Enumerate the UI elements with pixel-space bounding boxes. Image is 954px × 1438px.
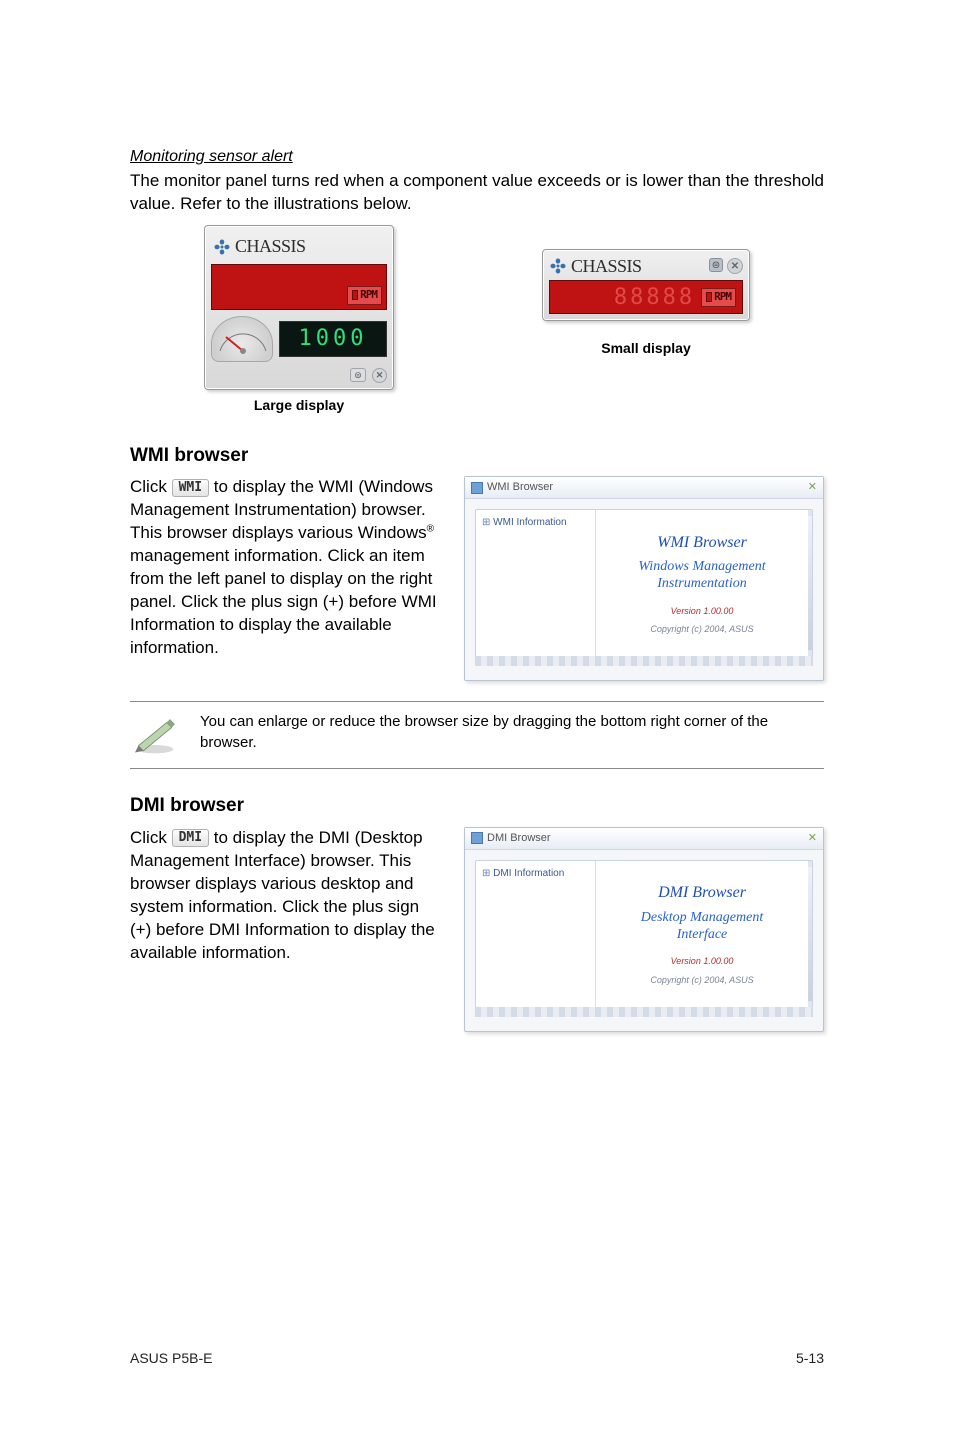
chassis-large-widget: CHASSIS RPM 1000 ⊜ ✕ bbox=[204, 225, 394, 389]
dmi-p1a: Click bbox=[130, 828, 172, 847]
window-grip bbox=[475, 1007, 813, 1017]
gauge-row: 1000 bbox=[211, 316, 387, 362]
large-controls: ⊜ ✕ bbox=[211, 368, 387, 383]
chassis-small-lcd: 88888 RPM bbox=[549, 280, 743, 314]
rpm-tag-small: RPM bbox=[701, 288, 736, 307]
footer-left: ASUS P5B-E bbox=[130, 1349, 212, 1368]
wmi-text: Click WMI to display the WMI (Windows Ma… bbox=[130, 476, 440, 660]
footer-right: 5-13 bbox=[796, 1349, 824, 1368]
dmi-p1b: to display the DMI (Desktop Management I… bbox=[130, 828, 435, 962]
fan-icon bbox=[549, 257, 567, 275]
dmi-button-chip: DMI bbox=[172, 829, 209, 847]
dmi-browser-window: DMI Browser ✕ DMI Information DMI Browse… bbox=[464, 827, 824, 1032]
wmi-version: Version 1.00.00 bbox=[602, 605, 802, 617]
chassis-large-title: CHASSIS bbox=[211, 230, 387, 260]
wmi-p1c: management information. Click an item fr… bbox=[130, 546, 437, 657]
monitoring-body: The monitor panel turns red when a compo… bbox=[130, 170, 824, 216]
window-icon bbox=[471, 832, 483, 844]
rpm-dot bbox=[352, 290, 358, 300]
window-grip bbox=[475, 656, 813, 666]
mini-digits: 1000 bbox=[299, 324, 368, 354]
wmi-heading: WMI browser bbox=[130, 443, 824, 469]
rpm-label-large: RPM bbox=[360, 288, 377, 303]
pin-icon: ⊜ bbox=[709, 258, 723, 272]
rpm-dot bbox=[706, 292, 712, 302]
rpm-tag-large: RPM bbox=[347, 286, 382, 305]
mini-lcd: 1000 bbox=[279, 321, 387, 357]
dmi-window-title: DMI Browser bbox=[487, 831, 551, 846]
dmi-copyright: Copyright (c) 2004, ASUS bbox=[602, 974, 802, 986]
pin-icon: ⊜ bbox=[350, 368, 366, 382]
large-caption: Large display bbox=[204, 396, 394, 415]
wmi-tree-root: WMI Information bbox=[482, 516, 589, 530]
window-close-icon: ✕ bbox=[808, 831, 817, 846]
wmi-pane-sub2: Instrumentation bbox=[602, 576, 802, 593]
dmi-text: Click DMI to display the DMI (Desktop Ma… bbox=[130, 827, 440, 965]
window-close-icon: ✕ bbox=[808, 480, 817, 495]
faint-digits: 88888 bbox=[614, 283, 695, 313]
wmi-pane-sub1: Windows Management bbox=[602, 559, 802, 576]
wmi-tree: WMI Information bbox=[476, 510, 596, 656]
wmi-button-chip: WMI bbox=[172, 479, 209, 497]
fan-icon bbox=[213, 238, 231, 256]
close-icon: ✕ bbox=[372, 368, 387, 383]
wmi-pane-title: WMI Browser bbox=[602, 532, 802, 554]
rpm-label-small: RPM bbox=[714, 290, 731, 305]
dmi-tree-root: DMI Information bbox=[482, 867, 589, 881]
note-text: You can enlarge or reduce the browser si… bbox=[200, 712, 824, 753]
chassis-small-label: CHASSIS bbox=[571, 254, 642, 278]
small-caption: Small display bbox=[542, 339, 750, 358]
note-box: You can enlarge or reduce the browser si… bbox=[130, 701, 824, 769]
dmi-pane-sub1: Desktop Management bbox=[602, 910, 802, 927]
dmi-pane-title: DMI Browser bbox=[602, 882, 802, 904]
chassis-small-title: CHASSIS bbox=[549, 254, 642, 278]
close-icon: ✕ bbox=[727, 258, 743, 274]
gauge-icon bbox=[211, 316, 273, 362]
small-display-block: CHASSIS ⊜ ✕ 88888 RPM Small display bbox=[542, 249, 750, 358]
monitoring-heading: Monitoring sensor alert bbox=[130, 146, 824, 168]
pencil-icon bbox=[130, 712, 180, 758]
wmi-window-title: WMI Browser bbox=[487, 480, 553, 495]
dmi-pane-sub2: Interface bbox=[602, 927, 802, 944]
figure-row: CHASSIS RPM 1000 ⊜ ✕ bbox=[130, 225, 824, 414]
dmi-heading: DMI browser bbox=[130, 793, 824, 819]
wmi-browser-window: WMI Browser ✕ WMI Information WMI Browse… bbox=[464, 476, 824, 681]
window-icon bbox=[471, 482, 483, 494]
chassis-small-widget: CHASSIS ⊜ ✕ 88888 RPM bbox=[542, 249, 750, 321]
dmi-tree: DMI Information bbox=[476, 861, 596, 1007]
chassis-large-label: CHASSIS bbox=[235, 234, 306, 258]
registered-mark: ® bbox=[427, 524, 434, 535]
wmi-copyright: Copyright (c) 2004, ASUS bbox=[602, 623, 802, 635]
page-footer: ASUS P5B-E 5-13 bbox=[130, 1349, 824, 1368]
wmi-p1a: Click bbox=[130, 477, 172, 496]
dmi-version: Version 1.00.00 bbox=[602, 955, 802, 967]
large-display-block: CHASSIS RPM 1000 ⊜ ✕ bbox=[204, 225, 394, 414]
chassis-large-lcd: RPM bbox=[211, 264, 387, 310]
